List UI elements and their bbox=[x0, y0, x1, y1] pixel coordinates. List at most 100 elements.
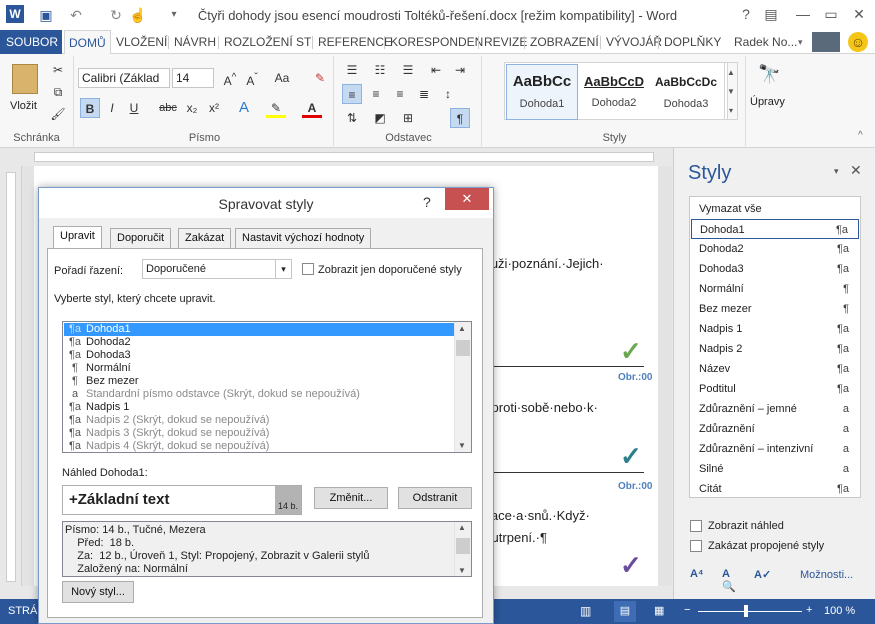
scroll-thumb[interactable] bbox=[456, 538, 470, 554]
scroll-down-icon[interactable]: ▼ bbox=[458, 566, 466, 575]
clear-formatting-icon[interactable]: ✎ bbox=[310, 68, 330, 88]
tab-layout[interactable]: ROZLOŽENÍ ST bbox=[220, 30, 315, 54]
numbering-icon[interactable]: ☷ bbox=[370, 60, 390, 80]
highlight-icon[interactable]: ✎ bbox=[266, 98, 286, 118]
new-style-icon[interactable]: A⁴ bbox=[690, 568, 710, 586]
only-recommended-checkbox[interactable] bbox=[302, 263, 314, 275]
font-name-combo[interactable]: Calibri (Základ bbox=[78, 68, 170, 88]
justify-icon[interactable]: ≣ bbox=[414, 84, 434, 104]
list-item[interactable]: Dohoda1 ¶a bbox=[691, 219, 859, 239]
font-color-icon[interactable]: A bbox=[302, 98, 322, 118]
align-center-icon[interactable]: ≡ bbox=[366, 84, 386, 104]
tab-file[interactable]: SOUBOR bbox=[0, 30, 62, 54]
tab-design[interactable]: NÁVRH bbox=[170, 30, 220, 54]
tab-insert[interactable]: VLOŽENÍ bbox=[112, 30, 171, 54]
list-item[interactable]: Nadpis 1 ¶a bbox=[691, 319, 859, 339]
style-gallery-dohoda3[interactable]: AaBbCcDc Dohoda3 bbox=[650, 64, 722, 120]
list-item[interactable]: Zdůraznění – jemné a bbox=[691, 399, 859, 419]
zoom-level[interactable]: 100 % bbox=[824, 605, 855, 617]
cut-icon[interactable]: ✂ bbox=[48, 60, 68, 80]
scroll-up-icon[interactable]: ▲ bbox=[458, 324, 466, 333]
style-gallery-dohoda2[interactable]: AaBbCcD Dohoda2 bbox=[578, 64, 650, 120]
font-size-combo[interactable]: 14 bbox=[172, 68, 214, 88]
list-item[interactable]: Nadpis 2 ¶a bbox=[691, 339, 859, 359]
sort-order-select[interactable]: Doporučené ▾ bbox=[142, 259, 292, 279]
manage-styles-icon[interactable]: A✓ bbox=[754, 568, 774, 586]
print-layout-icon[interactable]: ▤ bbox=[614, 601, 636, 622]
borders-icon[interactable]: ⊞ bbox=[398, 108, 418, 128]
list-item[interactable]: ¶a Nadpis 2 (Skrýt, dokud se nepoužívá) bbox=[64, 414, 457, 427]
chevron-down-icon[interactable]: ▾ bbox=[275, 260, 291, 278]
align-right-icon[interactable]: ≡ bbox=[390, 84, 410, 104]
italic-button[interactable]: I bbox=[102, 98, 122, 118]
show-formatting-icon[interactable]: ¶ bbox=[450, 108, 470, 128]
line-spacing-icon[interactable]: ↕ bbox=[438, 84, 458, 104]
list-item[interactable]: ¶a Nadpis 3 (Skrýt, dokud se nepoužívá) bbox=[64, 427, 457, 440]
scroll-down-icon[interactable]: ▼ bbox=[458, 441, 466, 450]
pane-close-icon[interactable]: ✕ bbox=[850, 162, 862, 179]
copy-icon[interactable]: ⧉ bbox=[48, 82, 68, 102]
user-name[interactable]: Radek No... bbox=[730, 30, 801, 54]
zoom-in-button[interactable]: + bbox=[806, 604, 812, 616]
style-gallery-dohoda1[interactable]: AaBbCc Dohoda1 bbox=[506, 64, 578, 120]
delete-button[interactable]: Odstranit bbox=[398, 487, 472, 509]
new-style-button[interactable]: Nový styl... bbox=[62, 581, 134, 603]
bullets-icon[interactable]: ☰ bbox=[342, 60, 362, 80]
options-link[interactable]: Možnosti... bbox=[800, 569, 853, 581]
dialog-help-button[interactable]: ? bbox=[423, 194, 431, 210]
paste-icon[interactable] bbox=[12, 64, 38, 94]
description-scrollbar[interactable]: ▲ ▼ bbox=[454, 522, 471, 576]
avatar[interactable] bbox=[812, 32, 840, 52]
tab-developer[interactable]: VÝVOJÁŘ bbox=[602, 30, 666, 54]
restore-button[interactable]: ▭ bbox=[818, 4, 844, 24]
zoom-out-button[interactable]: − bbox=[684, 604, 690, 616]
collapse-ribbon-icon[interactable]: ^ bbox=[858, 130, 863, 141]
list-item[interactable]: Normální ¶ bbox=[691, 279, 859, 299]
list-scrollbar[interactable]: ▲ ▼ bbox=[454, 322, 471, 452]
superscript-button[interactable]: x² bbox=[204, 98, 224, 118]
dialog-close-button[interactable]: ✕ bbox=[445, 188, 489, 210]
show-preview-checkbox[interactable] bbox=[690, 520, 702, 532]
modify-button[interactable]: Změnit... bbox=[314, 487, 388, 509]
list-item[interactable]: ¶a Nadpis 1 bbox=[64, 401, 457, 414]
tab-home[interactable]: DOMŮ bbox=[64, 30, 111, 55]
scroll-thumb[interactable] bbox=[456, 340, 470, 356]
list-item[interactable]: Název ¶a bbox=[691, 359, 859, 379]
list-item[interactable]: Zdůraznění a bbox=[691, 419, 859, 439]
increase-indent-icon[interactable]: ⇥ bbox=[450, 60, 470, 80]
sort-icon[interactable]: ⇅ bbox=[342, 108, 362, 128]
tab-set-defaults[interactable]: Nastavit výchozí hodnoty bbox=[235, 228, 372, 248]
grow-font-icon[interactable]: A^ bbox=[220, 68, 240, 88]
list-item[interactable]: ¶a Nadpis 4 (Skrýt, dokud se nepoužívá) bbox=[64, 440, 457, 453]
ribbon-display-icon[interactable]: ▤ bbox=[758, 4, 784, 24]
tab-recommend[interactable]: Doporučit bbox=[110, 228, 172, 248]
list-item[interactable]: Zdůraznění – intenzivní a bbox=[691, 439, 859, 459]
chevron-down-icon[interactable]: ▾ bbox=[794, 30, 807, 54]
smiley-feedback-icon[interactable]: ☺ bbox=[848, 32, 868, 52]
shrink-font-icon[interactable]: Aˇ bbox=[242, 68, 262, 88]
tab-mailings[interactable]: KORESPONDEN bbox=[386, 30, 487, 54]
decrease-indent-icon[interactable]: ⇤ bbox=[426, 60, 446, 80]
list-item[interactable]: a Standardní písmo odstavce (Skrýt, dokud… bbox=[64, 388, 457, 401]
subscript-button[interactable]: x₂ bbox=[182, 98, 202, 118]
underline-button[interactable]: U bbox=[124, 98, 144, 118]
tab-restrict[interactable]: Zakázat bbox=[178, 228, 232, 248]
tab-addins[interactable]: DOPLŇKY bbox=[660, 30, 725, 54]
strikethrough-button[interactable]: abc bbox=[156, 98, 180, 118]
tab-modify[interactable]: Upravit bbox=[53, 226, 102, 249]
list-item[interactable]: ¶ Normální bbox=[64, 362, 457, 375]
vertical-ruler[interactable] bbox=[0, 166, 22, 586]
minimize-button[interactable]: — bbox=[790, 4, 816, 24]
list-item[interactable]: Silné a bbox=[691, 459, 859, 479]
gallery-scroll[interactable]: ▲ ▼ ▾ bbox=[724, 62, 738, 120]
horizontal-ruler[interactable] bbox=[0, 148, 672, 166]
pane-menu-icon[interactable]: ▾ bbox=[834, 166, 839, 177]
scroll-up-icon[interactable]: ▲ bbox=[458, 523, 466, 532]
format-painter-icon[interactable]: 🖌 bbox=[48, 104, 68, 124]
read-mode-icon[interactable]: ▥ bbox=[580, 604, 591, 618]
zoom-slider-thumb[interactable] bbox=[744, 605, 748, 617]
close-button[interactable]: ✕ bbox=[846, 4, 872, 24]
zoom-slider-track[interactable] bbox=[698, 611, 802, 612]
list-item[interactable]: Bez mezer ¶ bbox=[691, 299, 859, 319]
list-item[interactable]: Citát ¶a bbox=[691, 479, 859, 499]
